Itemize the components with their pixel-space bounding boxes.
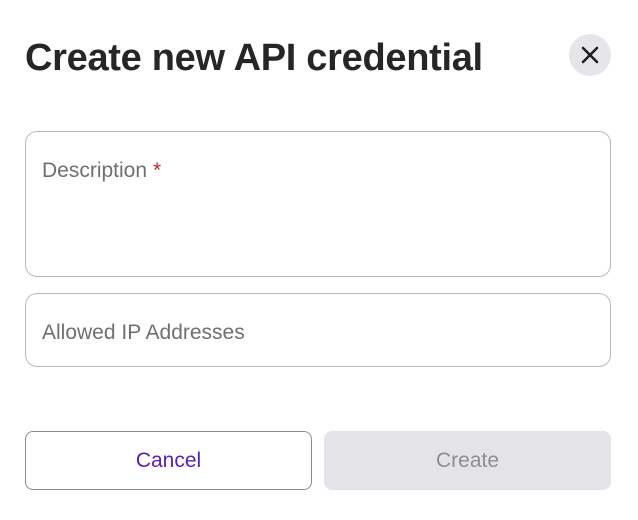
required-marker: * <box>153 159 162 182</box>
description-label-text: Description <box>42 159 148 182</box>
description-field[interactable]: Description * <box>25 131 611 277</box>
allowed-ip-addresses-field[interactable]: Allowed IP Addresses <box>25 293 611 367</box>
description-input[interactable] <box>42 194 594 264</box>
dialog-title: Create new API credential <box>25 37 483 79</box>
create-api-credential-dialog: Create new API credential Description * A… <box>0 0 638 520</box>
close-icon <box>581 46 599 64</box>
create-button[interactable]: Create <box>324 431 611 490</box>
cancel-button[interactable]: Cancel <box>25 431 312 490</box>
close-button[interactable] <box>569 34 611 76</box>
allowed-ip-addresses-label: Allowed IP Addresses <box>42 321 245 344</box>
description-label: Description * <box>42 159 161 183</box>
